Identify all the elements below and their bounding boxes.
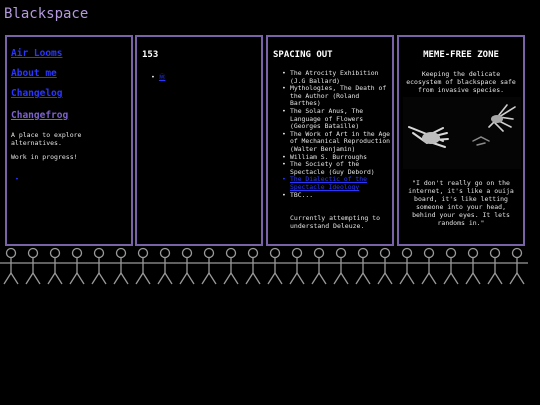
list-item: Ⓦ bbox=[151, 71, 166, 81]
site-status: Work in progress! bbox=[11, 153, 78, 161]
nav-bullet-link[interactable]: • bbox=[15, 175, 19, 183]
list-item: The Work of Art in the Age of Mechanical… bbox=[282, 130, 392, 154]
list-item: The Atrocity Exhibition (J.G Ballard) bbox=[282, 69, 392, 85]
list-item: TBC... bbox=[282, 191, 392, 200]
nav-panel: Air Looms About me Changelog Changefrog … bbox=[5, 35, 133, 246]
meme-caption: Keeping the delicate ecosystem of blacks… bbox=[406, 70, 516, 94]
nav-link-changefrog[interactable]: Changefrog bbox=[11, 110, 68, 121]
list-item: The Solar Anus, The Language of Flowers … bbox=[282, 107, 392, 131]
site-description: A place to explore alternatives. bbox=[11, 131, 82, 147]
nav-link-about-me[interactable]: About me bbox=[11, 68, 57, 79]
counter-link[interactable]: Ⓦ bbox=[159, 73, 166, 81]
paper-doll-figures-icon bbox=[0, 247, 529, 285]
reaching-hands-icon bbox=[403, 97, 521, 169]
counter-list: Ⓦ bbox=[151, 71, 166, 81]
meme-panel: MEME-FREE ZONE Keeping the delicate ecos… bbox=[397, 35, 525, 246]
meme-quote: "I don't really go on the internet, it's… bbox=[408, 179, 514, 227]
reading-list: The Atrocity Exhibition (J.G Ballard) My… bbox=[282, 69, 392, 200]
visit-counter: 153 bbox=[142, 50, 159, 60]
nav-link-air-looms[interactable]: Air Looms bbox=[11, 48, 62, 59]
list-item: The Society of the Spectacle (Guy Debord… bbox=[282, 160, 392, 176]
reading-note: Currently attempting to understand Deleu… bbox=[290, 214, 381, 230]
meme-title: MEME-FREE ZONE bbox=[423, 50, 499, 60]
nav-link-changelog[interactable]: Changelog bbox=[11, 88, 62, 99]
reading-title: SPACING OUT bbox=[273, 50, 333, 60]
site-title: Blackspace bbox=[4, 6, 89, 22]
list-item: Mythologies, The Death of the Author (Ro… bbox=[282, 84, 392, 108]
reading-link[interactable]: The Dialectic of the Spectacle Ideology bbox=[282, 175, 392, 191]
counter-panel: 153 Ⓦ bbox=[135, 35, 263, 246]
reading-panel: SPACING OUT The Atrocity Exhibition (J.G… bbox=[266, 35, 394, 246]
